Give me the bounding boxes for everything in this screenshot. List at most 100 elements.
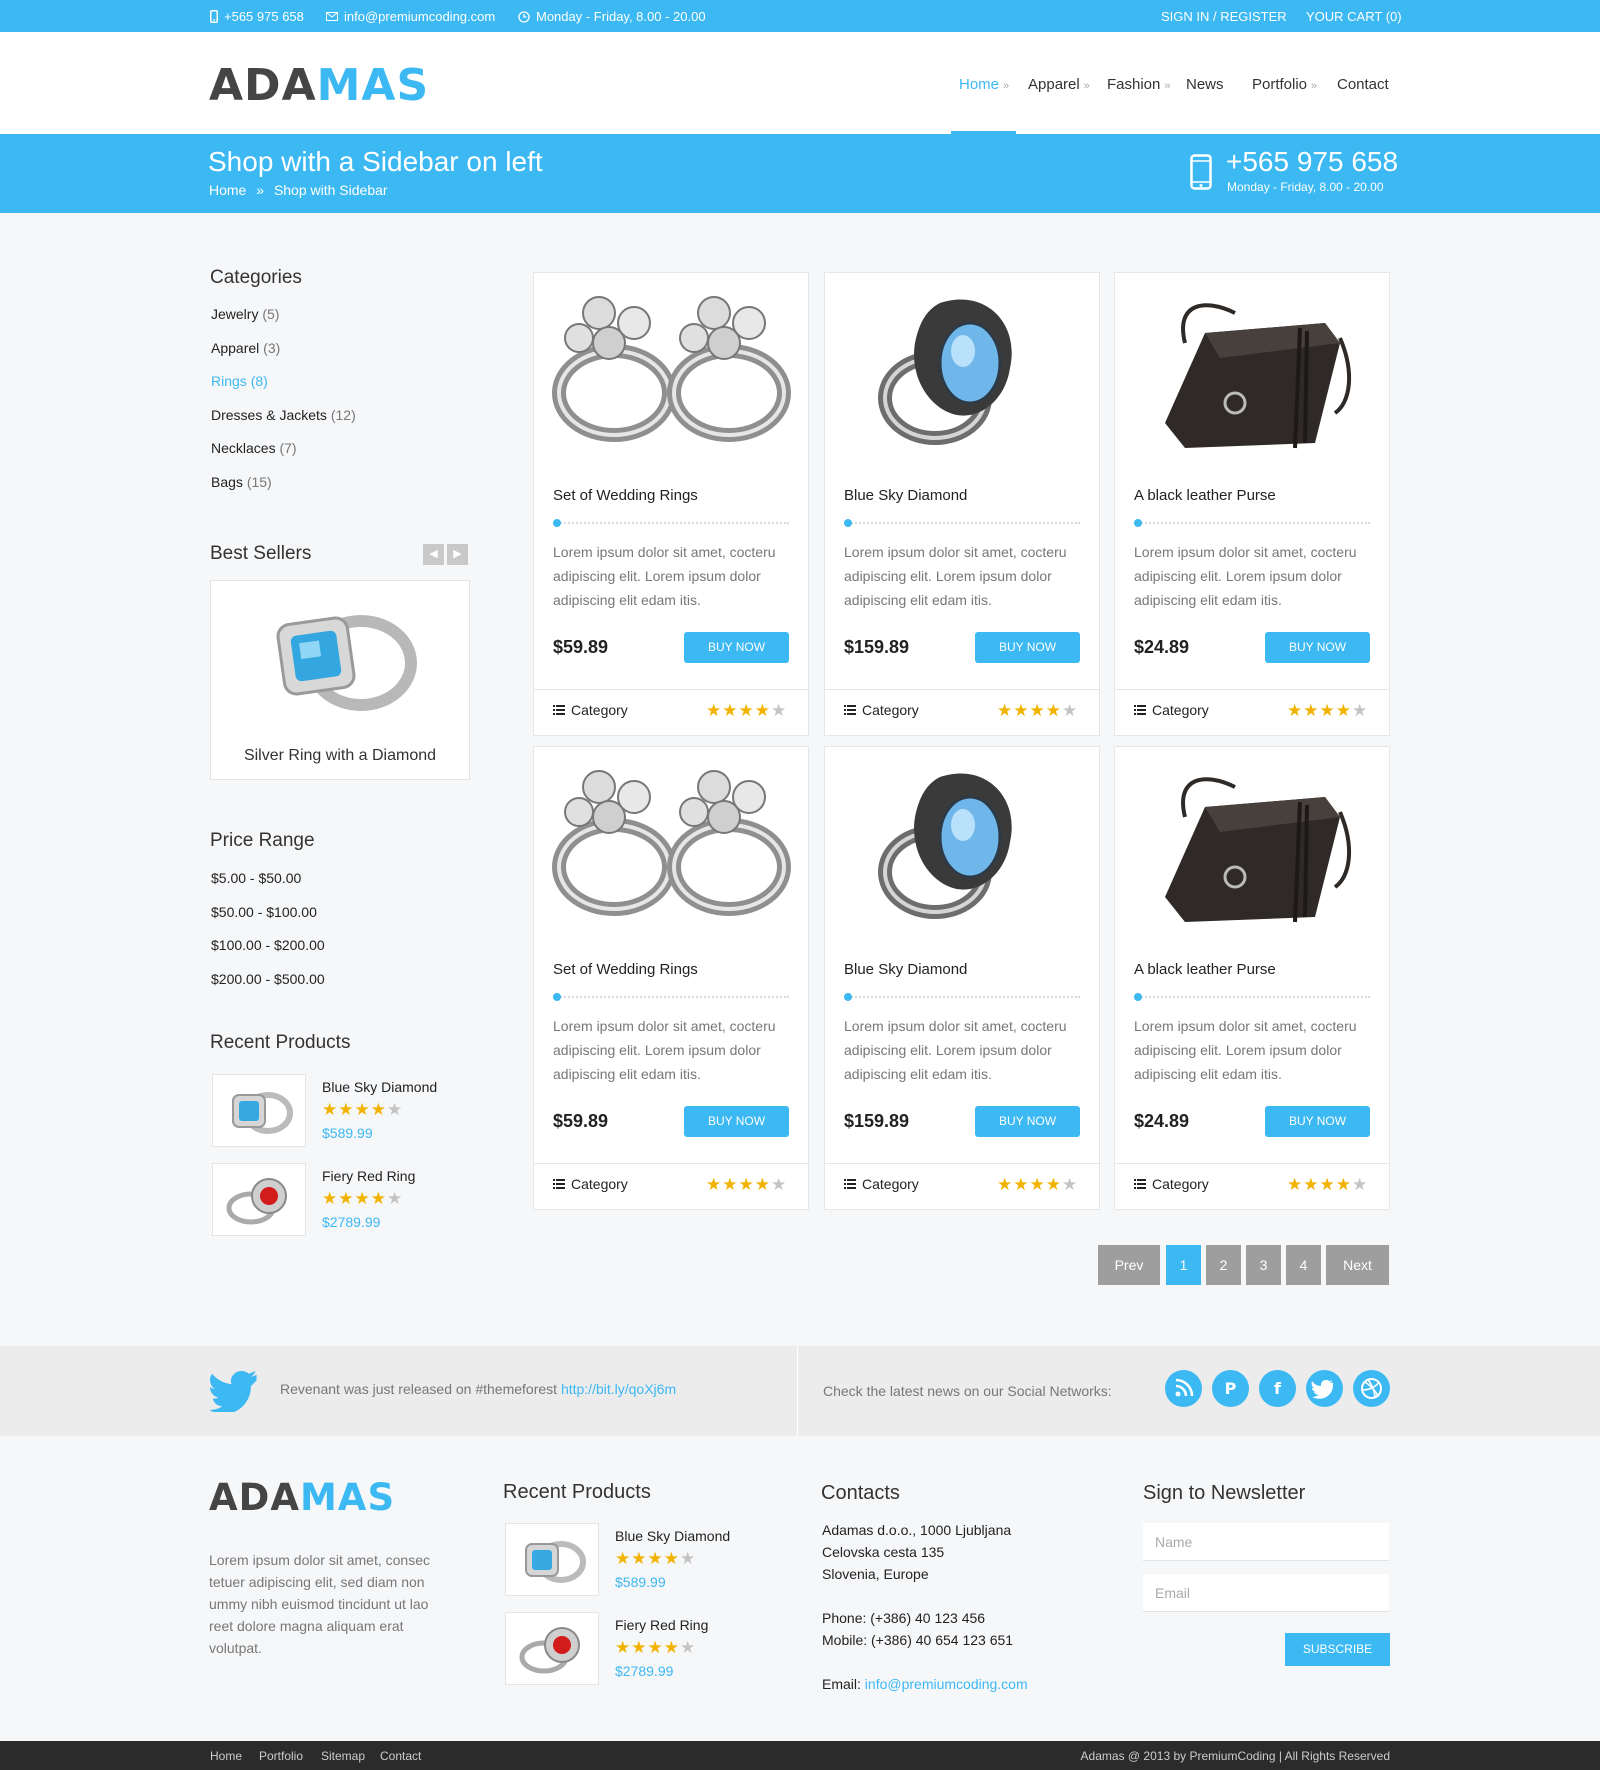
category-jewelry[interactable]: Jewelry (5)	[211, 306, 279, 322]
pinterest-icon[interactable]: P	[1212, 1370, 1249, 1407]
breadcrumb-current: Shop with Sidebar	[273, 182, 388, 198]
category-apparel[interactable]: Apparel (3)	[211, 340, 280, 356]
price-range-option[interactable]: $100.00 - $200.00	[211, 937, 325, 953]
product-name[interactable]: Set of Wedding Rings	[553, 487, 698, 504]
recent-product-name[interactable]: Fiery Red Ring	[322, 1168, 415, 1184]
price-range-option[interactable]: $5.00 - $50.00	[211, 870, 301, 886]
pagination-page-4[interactable]: 4	[1286, 1245, 1321, 1285]
buy-now-button[interactable]: BUY NOW	[975, 1106, 1080, 1137]
best-sellers-heading: Best Sellers	[210, 543, 312, 564]
product-card[interactable]: Set of Wedding Rings Lorem ipsum dolor s…	[533, 746, 809, 1210]
subscribe-button[interactable]: SUBSCRIBE	[1285, 1633, 1390, 1666]
pagination-page-2[interactable]: 2	[1206, 1245, 1241, 1285]
nav-home[interactable]: Home»	[959, 76, 1009, 93]
category-link[interactable]: Category	[553, 702, 628, 718]
best-seller-card[interactable]: Silver Ring with a Diamond	[210, 580, 470, 780]
star-empty-icon: ★	[387, 1100, 403, 1120]
recent-product-thumb[interactable]	[505, 1612, 599, 1685]
buy-now-button[interactable]: BUY NOW	[975, 632, 1080, 663]
star-filled-icon: ★	[997, 1175, 1013, 1195]
rating-stars: ★ ★ ★ ★ ★	[1287, 1177, 1367, 1194]
category-link[interactable]: Category	[1134, 702, 1209, 718]
dribbble-icon[interactable]	[1353, 1370, 1390, 1407]
category-necklaces[interactable]: Necklaces (7)	[211, 440, 297, 456]
tweet-link[interactable]: http://bit.ly/qoXj6m	[561, 1381, 676, 1397]
footer-logo[interactable]: ADAMAS	[209, 1476, 395, 1519]
category-link[interactable]: Category	[553, 1176, 628, 1192]
product-name[interactable]: Blue Sky Diamond	[844, 961, 967, 978]
category-rings[interactable]: Rings (8)	[211, 373, 268, 389]
buy-now-button[interactable]: BUY NOW	[684, 1106, 789, 1137]
pagination-prev-button[interactable]: Prev	[1098, 1245, 1160, 1285]
nav-contact[interactable]: Contact	[1337, 76, 1389, 93]
nav-fashion-label: Fashion	[1107, 76, 1161, 93]
newsletter-email-input[interactable]	[1143, 1574, 1389, 1612]
star-filled-icon: ★	[1335, 1175, 1351, 1195]
site-logo[interactable]: ADAMAS	[209, 60, 429, 111]
footer-link-home[interactable]: Home	[210, 1749, 242, 1763]
recent-product-price: $589.99	[322, 1125, 373, 1141]
cart-link[interactable]: YOUR CART (0)	[1306, 9, 1402, 24]
pagination-page-3[interactable]: 3	[1246, 1245, 1281, 1285]
star-empty-icon: ★	[680, 1549, 696, 1569]
category-bags[interactable]: Bags (15)	[211, 474, 272, 490]
nav-portfolio[interactable]: Portfolio»	[1252, 76, 1317, 93]
product-name[interactable]: Blue Sky Diamond	[844, 487, 967, 504]
star-filled-icon: ★	[706, 701, 722, 721]
recent-product-name[interactable]: Blue Sky Diamond	[322, 1079, 437, 1095]
pagination-next-button[interactable]: Next	[1326, 1245, 1389, 1285]
breadcrumb-home[interactable]: Home	[209, 182, 246, 198]
buy-now-button[interactable]: BUY NOW	[684, 632, 789, 663]
product-name[interactable]: Set of Wedding Rings	[553, 961, 698, 978]
nav-news[interactable]: News	[1186, 76, 1224, 93]
twitter-icon[interactable]	[1306, 1370, 1343, 1407]
carousel-prev-button[interactable]: ◀	[423, 544, 444, 565]
recent-product-name[interactable]: Blue Sky Diamond	[615, 1528, 730, 1544]
buy-now-button[interactable]: BUY NOW	[1265, 632, 1370, 663]
price-range-option[interactable]: $200.00 - $500.00	[211, 971, 325, 987]
category-link[interactable]: Category	[844, 1176, 919, 1192]
rating-stars: ★ ★ ★ ★ ★	[322, 1102, 402, 1119]
contact-email-link[interactable]: info@premiumcoding.com	[865, 1676, 1028, 1692]
rating-stars: ★ ★ ★ ★ ★	[322, 1191, 402, 1208]
product-card[interactable]: Set of Wedding Rings Lorem ipsum dolor s…	[533, 272, 809, 736]
footer-link-portfolio[interactable]: Portfolio	[259, 1749, 303, 1763]
product-card[interactable]: Blue Sky Diamond Lorem ipsum dolor sit a…	[824, 746, 1100, 1210]
recent-product-thumb[interactable]	[212, 1074, 306, 1147]
contact-email: Email: info@premiumcoding.com	[822, 1676, 1028, 1692]
facebook-icon[interactable]: f	[1259, 1370, 1296, 1407]
recent-product-thumb[interactable]	[505, 1523, 599, 1596]
product-card[interactable]: A black leather Purse Lorem ipsum dolor …	[1114, 746, 1390, 1210]
submenu-arrow-icon: »	[1164, 80, 1171, 92]
blue-sky-diamond-image	[878, 773, 1012, 919]
divider	[553, 996, 789, 998]
nav-apparel[interactable]: Apparel»	[1028, 76, 1090, 93]
nav-fashion[interactable]: Fashion»	[1107, 76, 1171, 93]
recent-product-thumb[interactable]	[212, 1163, 306, 1236]
price-range-option[interactable]: $50.00 - $100.00	[211, 904, 317, 920]
carousel-next-button[interactable]: ▶	[447, 544, 468, 565]
newsletter-name-input[interactable]	[1143, 1523, 1389, 1561]
pagination-page-1[interactable]: 1	[1166, 1245, 1201, 1285]
footer-link-contact[interactable]: Contact	[380, 1749, 421, 1763]
product-card[interactable]: Blue Sky Diamond Lorem ipsum dolor sit a…	[824, 272, 1100, 736]
rss-icon[interactable]	[1165, 1370, 1202, 1407]
category-link-label: Category	[1152, 1176, 1209, 1192]
buy-now-button[interactable]: BUY NOW	[1265, 1106, 1370, 1137]
product-name[interactable]: A black leather Purse	[1134, 487, 1276, 504]
red-ring-thumb-image	[519, 1627, 580, 1674]
star-filled-icon: ★	[647, 1638, 663, 1658]
topbar-email[interactable]: info@premiumcoding.com	[326, 9, 495, 24]
tweet-text: Revenant was just released on #themefore…	[280, 1381, 558, 1397]
nav-contact-label: Contact	[1337, 76, 1389, 93]
footer-link-sitemap[interactable]: Sitemap	[321, 1749, 365, 1763]
star-filled-icon: ★	[1303, 701, 1319, 721]
recent-product-name[interactable]: Fiery Red Ring	[615, 1617, 708, 1633]
product-card[interactable]: A black leather Purse Lorem ipsum dolor …	[1114, 272, 1390, 736]
category-link[interactable]: Category	[1134, 1176, 1209, 1192]
star-empty-icon: ★	[771, 701, 787, 721]
category-dresses-jackets[interactable]: Dresses & Jackets (12)	[211, 407, 356, 423]
signin-link[interactable]: SIGN IN / REGISTER	[1161, 9, 1287, 24]
category-link[interactable]: Category	[844, 702, 919, 718]
product-name[interactable]: A black leather Purse	[1134, 961, 1276, 978]
